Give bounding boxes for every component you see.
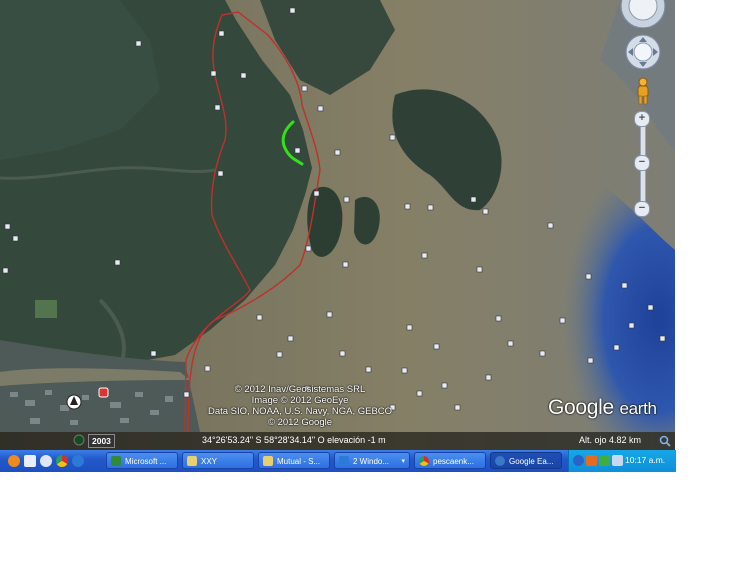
taskbar-item-label: Google Ea... <box>509 457 554 466</box>
chrome-icon <box>419 456 429 466</box>
windows-taskbar: Microsoft ... XXY Mutual - S... 2 Windo.… <box>0 450 676 472</box>
taskbar-item-mutual[interactable]: Mutual - S... <box>258 452 330 469</box>
google-earth-icon <box>495 456 505 466</box>
pegman-icon <box>637 77 649 105</box>
logo-google: Google <box>548 396 614 419</box>
outlook-icon[interactable] <box>24 455 36 467</box>
taskbar-item-excel[interactable]: Microsoft ... <box>106 452 178 469</box>
taskbar-item-windows-group[interactable]: 2 Windo... ▾ <box>334 452 410 469</box>
system-tray: 10:17 a.m. <box>568 450 676 472</box>
satellite-imagery <box>0 0 675 450</box>
group-chevron-icon: ▾ <box>401 458 405 465</box>
look-joystick-icon <box>620 0 666 28</box>
media-icon[interactable] <box>40 455 52 467</box>
ie-icon <box>339 456 349 466</box>
firefox-icon[interactable] <box>8 455 20 467</box>
copyright-line: © 2012 Google <box>267 417 333 428</box>
network-icon[interactable] <box>573 455 584 466</box>
map-copyright: © 2012 Inav/Geosistemas SRL Image © 2012… <box>200 384 400 428</box>
display-icon[interactable] <box>612 455 623 466</box>
eye-altitude: Alt. ojo 4.82 km <box>579 435 642 445</box>
taskbar-item-label: pescaenk... <box>433 457 474 466</box>
move-control[interactable] <box>624 33 662 71</box>
zoom-out-button[interactable]: − <box>634 201 650 217</box>
taskbar-clock[interactable]: 10:17 a.m. <box>625 455 665 465</box>
taskbar-item-google-earth[interactable]: Google Ea... <box>490 452 562 469</box>
pointer-coordinates: 34°26'53.24" S 58°28'34.14" O elevación … <box>202 435 386 445</box>
look-control[interactable] <box>615 0 671 28</box>
taskbar-item-label: XXY <box>201 457 218 466</box>
copyright-line: Image © 2012 GeoEye <box>251 395 349 406</box>
taskbar-item-xxy[interactable]: XXY <box>182 452 254 469</box>
imagery-date: 2003 <box>88 434 115 448</box>
folder-icon <box>187 456 197 466</box>
antivirus-icon[interactable] <box>586 455 597 466</box>
copyright-line: Data SIO, NOAA, U.S. Navy, NGA, GEBCO <box>207 406 393 417</box>
taskbar-item-label: Mutual - S... <box>277 457 321 466</box>
ie-icon[interactable] <box>72 455 84 467</box>
street-view-pegman[interactable] <box>634 77 652 105</box>
chrome-icon[interactable] <box>56 455 68 467</box>
taskbar-item-label: 2 Windo... <box>353 457 390 466</box>
folder-icon <box>263 456 273 466</box>
google-earth-logo: Google earth <box>548 396 657 420</box>
taskbar-item-pescaenk[interactable]: pescaenk... <box>414 452 486 469</box>
logo-earth: earth <box>619 399 657 418</box>
map-view[interactable]: + − − © 2012 Inav/Geosistemas SRL Image … <box>0 0 675 450</box>
move-joystick-icon <box>625 34 661 70</box>
zoom-in-button[interactable]: + <box>634 111 650 127</box>
chat-icon[interactable] <box>599 455 610 466</box>
taskbar-item-label: Microsoft ... <box>125 457 167 466</box>
excel-icon <box>111 456 121 466</box>
streaming-indicator-icon <box>659 435 671 447</box>
copyright-line: © 2012 Inav/Geosistemas SRL <box>234 384 366 395</box>
zoom-level-handle[interactable]: − <box>634 155 650 171</box>
